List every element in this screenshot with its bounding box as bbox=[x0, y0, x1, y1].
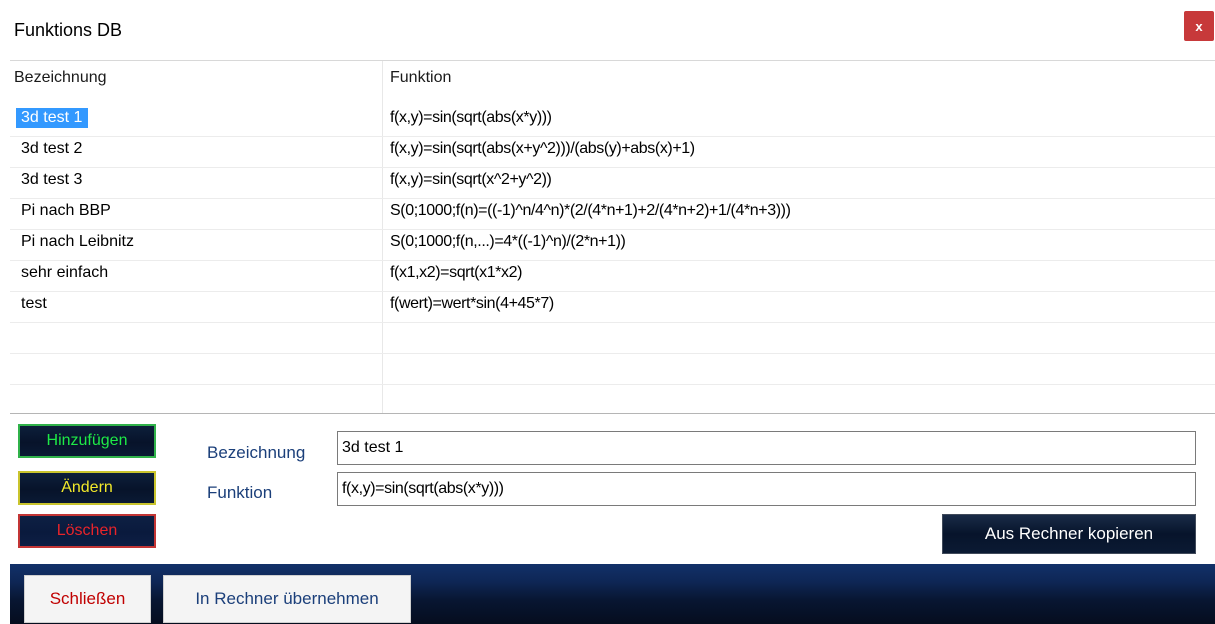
table-row[interactable]: test f(wert)=wert*sin(4+45*7) bbox=[10, 291, 1215, 323]
row-name: 3d test 3 bbox=[21, 171, 83, 188]
row-function: f(x,y)=sin(sqrt(x^2+y^2)) bbox=[390, 171, 552, 188]
close-button[interactable]: Schließen bbox=[24, 575, 151, 623]
row-function: f(wert)=wert*sin(4+45*7) bbox=[390, 295, 554, 312]
row-name: 3d test 2 bbox=[21, 140, 83, 157]
table-row[interactable]: Pi nach Leibnitz S(0;1000;f(n,...)=4*((-… bbox=[10, 229, 1215, 261]
function-label: Funktion bbox=[207, 483, 273, 502]
title-bar: Funktions DB x bbox=[0, 0, 1215, 60]
table-row[interactable]: sehr einfach f(x1,x2)=sqrt(x1*x2) bbox=[10, 260, 1215, 292]
window-title: Funktions DB bbox=[14, 20, 123, 40]
empty-row bbox=[10, 353, 1215, 385]
row-name: Pi nach BBP bbox=[21, 202, 111, 219]
row-function: f(x,y)=sin(sqrt(abs(x*y))) bbox=[390, 109, 552, 126]
table-header: Bezeichnung Funktion bbox=[10, 61, 1215, 103]
table-row[interactable]: 3d test 1 f(x,y)=sin(sqrt(abs(x*y))) bbox=[10, 105, 1215, 137]
empty-row bbox=[10, 322, 1215, 354]
add-button[interactable]: Hinzufügen bbox=[18, 424, 156, 458]
row-function: f(x,y)=sin(sqrt(abs(x+y^2)))/(abs(y)+abs… bbox=[390, 140, 695, 157]
delete-button[interactable]: Löschen bbox=[18, 514, 156, 548]
name-label: Bezeichnung bbox=[207, 443, 306, 462]
row-name: test bbox=[21, 295, 47, 312]
row-name: sehr einfach bbox=[21, 264, 109, 281]
function-table[interactable]: Bezeichnung Funktion 3d test 1 f(x,y)=si… bbox=[10, 60, 1215, 414]
row-function: S(0;1000;f(n,...)=4*((-1)^n)/(2*n+1)) bbox=[390, 233, 626, 250]
column-header-function[interactable]: Funktion bbox=[390, 69, 451, 87]
row-name: 3d test 1 bbox=[16, 108, 89, 128]
transfer-to-calculator-button[interactable]: In Rechner übernehmen bbox=[163, 575, 411, 623]
name-field[interactable] bbox=[337, 431, 1196, 465]
row-function: f(x1,x2)=sqrt(x1*x2) bbox=[390, 264, 523, 281]
close-icon[interactable]: x bbox=[1184, 11, 1214, 41]
row-function: S(0;1000;f(n)=((-1)^n/4^n)*(2/(4*n+1)+2/… bbox=[390, 202, 791, 219]
change-button[interactable]: Ändern bbox=[18, 471, 156, 505]
table-row[interactable]: Pi nach BBP S(0;1000;f(n)=((-1)^n/4^n)*(… bbox=[10, 198, 1215, 230]
function-field[interactable] bbox=[337, 472, 1196, 506]
column-header-name[interactable]: Bezeichnung bbox=[14, 69, 107, 87]
copy-from-calculator-button[interactable]: Aus Rechner kopieren bbox=[942, 514, 1196, 554]
table-row[interactable]: 3d test 2 f(x,y)=sin(sqrt(abs(x+y^2)))/(… bbox=[10, 136, 1215, 168]
row-name: Pi nach Leibnitz bbox=[21, 233, 134, 250]
empty-row bbox=[10, 384, 1215, 413]
table-row[interactable]: 3d test 3 f(x,y)=sin(sqrt(x^2+y^2)) bbox=[10, 167, 1215, 199]
